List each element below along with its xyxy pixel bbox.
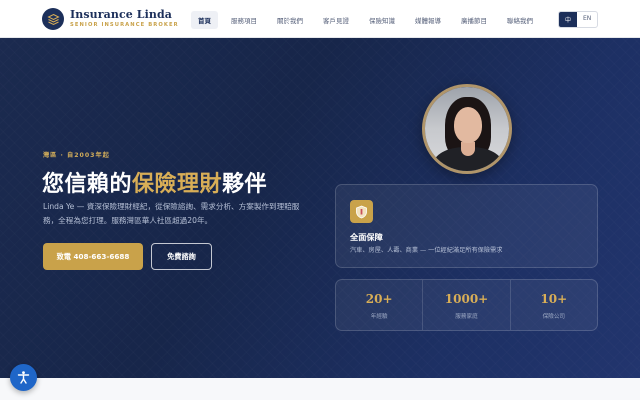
next-section-strip bbox=[0, 378, 640, 400]
stat-value: 20+ bbox=[365, 292, 393, 306]
stat-label: 保險公司 bbox=[542, 314, 566, 320]
logo-icon[interactable] bbox=[42, 8, 64, 30]
nav-item-about[interactable]: 關於我們 bbox=[270, 11, 310, 29]
hero-title: 您信賴的保險理財夥伴 bbox=[42, 166, 267, 198]
hero-section: 灣區 · 自2003年起 您信賴的保險理財夥伴 Linda Ye — 資深保險理… bbox=[0, 38, 640, 378]
nav-item-media[interactable]: 媒體報導 bbox=[408, 11, 448, 29]
nav-item-home[interactable]: 首頁 bbox=[191, 11, 218, 29]
brand-name[interactable]: Insurance Linda bbox=[70, 8, 172, 21]
nav-item-contact[interactable]: 聯絡我們 bbox=[500, 11, 540, 29]
site-header: Insurance Linda SENIOR INSURANCE BROKER … bbox=[0, 0, 640, 38]
stat-label: 服務家庭 bbox=[455, 314, 478, 320]
language-switcher: 中 EN bbox=[558, 11, 599, 28]
language-option-en[interactable]: EN bbox=[577, 12, 597, 27]
nav-item-testimonials[interactable]: 客戶見證 bbox=[316, 11, 356, 29]
nav-item-knowledge[interactable]: 保險知識 bbox=[362, 11, 402, 29]
portrait-neck bbox=[461, 142, 475, 156]
stat-value: 1000+ bbox=[444, 292, 489, 306]
call-button[interactable]: 致電 408-663-6688 bbox=[43, 243, 143, 270]
portrait-face bbox=[454, 107, 482, 143]
stat-experience: 20+ 年經驗 bbox=[336, 280, 422, 330]
accessibility-button[interactable] bbox=[10, 364, 37, 391]
agent-portrait bbox=[422, 84, 512, 174]
hero-title-suffix: 夥伴 bbox=[222, 171, 268, 197]
stat-value: 10+ bbox=[540, 292, 568, 306]
coverage-title: 全面保障 bbox=[350, 232, 383, 242]
language-option-zh[interactable]: 中 bbox=[559, 12, 578, 27]
stats-card: 20+ 年經驗 1000+ 服務家庭 10+ 保險公司 bbox=[335, 279, 598, 331]
nav-item-radio[interactable]: 廣播節目 bbox=[454, 11, 494, 29]
stat-label: 年經驗 bbox=[370, 314, 388, 320]
shield-icon bbox=[350, 200, 373, 223]
hero-title-prefix: 您信賴的 bbox=[42, 171, 133, 197]
coverage-description: 汽車、房屋、人壽、商業 — 一位經紀滿足所有保險需求 bbox=[350, 247, 503, 254]
hero-eyebrow: 灣區 · 自2003年起 bbox=[43, 152, 110, 159]
stat-carriers: 10+ 保險公司 bbox=[509, 280, 597, 330]
free-consultation-button[interactable]: 免費諮詢 bbox=[151, 243, 212, 270]
nav-item-services[interactable]: 服務項目 bbox=[224, 11, 264, 29]
main-nav: 首頁 服務項目 關於我們 客戶見證 保險知識 媒體報導 廣播節目 聯絡我們 bbox=[191, 11, 540, 29]
brand-tagline: SENIOR INSURANCE BROKER bbox=[70, 22, 179, 28]
hero-title-highlight: 保險理財 bbox=[132, 171, 223, 197]
stat-families: 1000+ 服務家庭 bbox=[422, 280, 509, 330]
accessibility-icon bbox=[17, 371, 30, 384]
hero-description: Linda Ye — 資深保險理財經紀，從保險諮詢、需求分析、方案製作到理賠服務… bbox=[43, 202, 300, 225]
coverage-card: 全面保障 汽車、房屋、人壽、商業 — 一位經紀滿足所有保險需求 bbox=[335, 184, 598, 268]
layers-icon bbox=[46, 13, 60, 25]
